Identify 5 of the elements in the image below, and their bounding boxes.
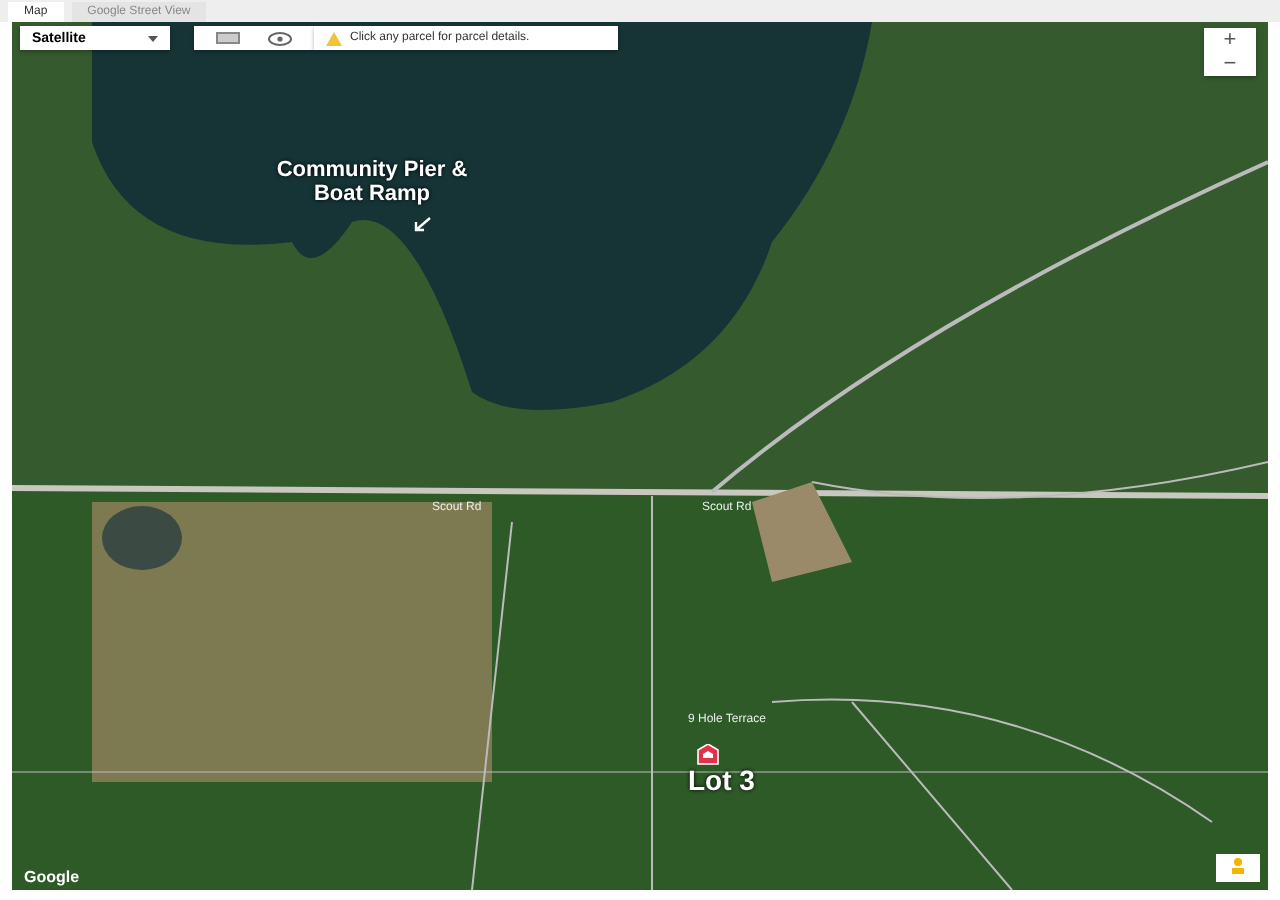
zoom-out-button[interactable]: −	[1204, 52, 1256, 76]
zoom-in-button[interactable]: +	[1204, 28, 1256, 52]
logo: Google	[24, 868, 80, 886]
lot-label: Lot 3	[688, 764, 755, 796]
callout-label: Community Pier & Boat Ramp	[274, 158, 470, 206]
